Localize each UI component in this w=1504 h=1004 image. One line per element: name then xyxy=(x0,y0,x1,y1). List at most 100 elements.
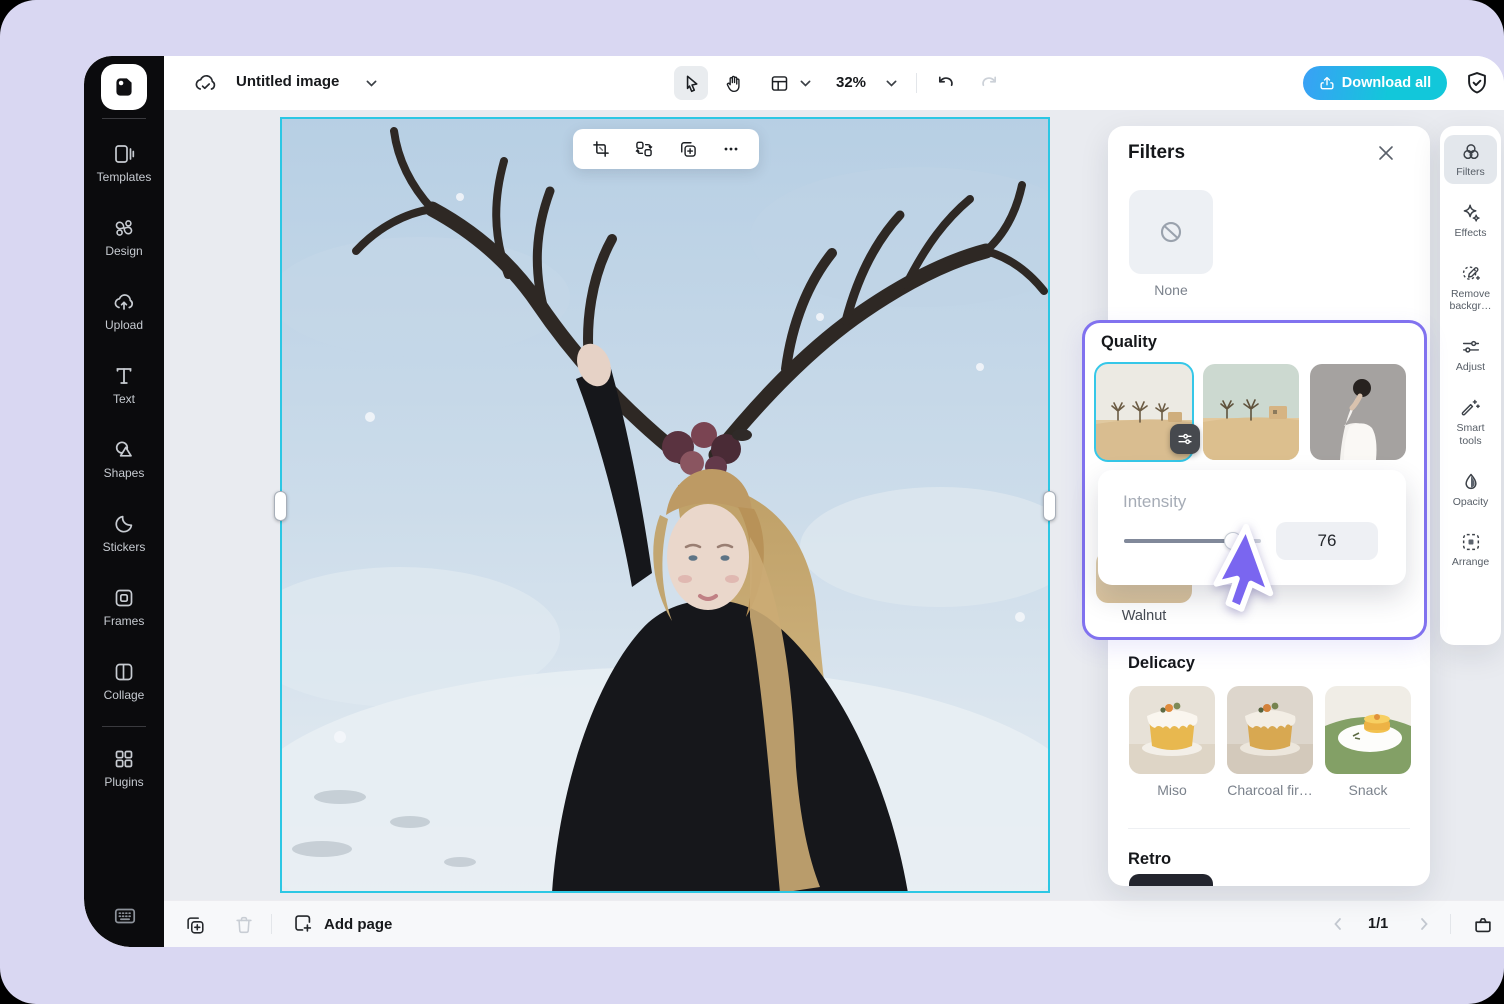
more-options-button[interactable] xyxy=(715,133,747,165)
templates-icon xyxy=(115,145,135,163)
delete-page-button[interactable] xyxy=(233,913,257,937)
photo-woman-with-antlers xyxy=(280,117,1050,893)
filter-charcoal-fir-thumbnail[interactable] xyxy=(1227,686,1313,774)
document-title[interactable]: Untitled image xyxy=(236,73,339,90)
sidebar-item-label: Shapes xyxy=(103,466,145,480)
layout-chevron-icon[interactable] xyxy=(800,80,811,88)
quality-2-preview xyxy=(1203,364,1299,460)
download-all-button[interactable]: Download all xyxy=(1303,66,1447,100)
retro-section-title: Retro xyxy=(1128,850,1172,868)
zoom-chevron-icon[interactable] xyxy=(886,80,897,88)
page-indicator: 1/1 xyxy=(1368,916,1389,932)
tool-filters[interactable]: Filters xyxy=(1444,135,1497,184)
frames-icon xyxy=(115,589,133,607)
keyboard-shortcuts-button[interactable] xyxy=(112,903,138,929)
filter-walnut-thumbnail[interactable] xyxy=(1094,362,1200,462)
present-button[interactable] xyxy=(1472,913,1496,937)
sidebar-item-collage[interactable]: Collage xyxy=(84,660,164,706)
tool-effects[interactable]: Effects xyxy=(1444,196,1497,245)
sidebar-item-stickers[interactable]: Stickers xyxy=(84,512,164,558)
undo-button[interactable] xyxy=(928,66,962,100)
filter-snack-thumbnail[interactable] xyxy=(1325,686,1411,774)
tool-opacity[interactable]: Opacity xyxy=(1444,465,1497,514)
shield-check-icon[interactable] xyxy=(1464,70,1490,96)
bottombar-divider xyxy=(1450,914,1451,934)
adjust-icon xyxy=(1462,341,1479,353)
trash-icon xyxy=(236,916,252,934)
replace-button[interactable] xyxy=(628,133,660,165)
delicacy-section-title: Delicacy xyxy=(1128,654,1195,672)
sidebar-item-label: Templates xyxy=(96,170,152,184)
tool-label: Opacity xyxy=(1452,495,1489,508)
duplicate-page-icon xyxy=(187,917,204,934)
filter-retro-thumbnail[interactable] xyxy=(1129,874,1213,886)
add-page-label: Add page xyxy=(324,915,393,933)
section-divider xyxy=(1128,828,1410,829)
resize-handle-left[interactable] xyxy=(274,491,287,521)
replace-icon xyxy=(635,141,653,157)
duplicate-button[interactable] xyxy=(672,133,704,165)
app-logo[interactable] xyxy=(101,64,147,110)
sidebar-item-frames[interactable]: Frames xyxy=(84,586,164,632)
screen: Templates Design Upload Text Shapes Stic… xyxy=(0,0,1504,1004)
sidebar-item-label: Frames xyxy=(103,614,145,628)
crop-icon xyxy=(592,141,609,157)
editor-window: Templates Design Upload Text Shapes Stic… xyxy=(84,56,1504,947)
sidebar-item-text[interactable]: Text xyxy=(84,364,164,410)
collage-icon xyxy=(115,663,133,681)
right-toolbar: Filters Effects Remove backgr… Adjust Sm… xyxy=(1440,126,1501,645)
filters-icon xyxy=(1462,144,1479,160)
next-page-button[interactable] xyxy=(1416,916,1432,932)
sidebar-item-upload[interactable]: Upload xyxy=(84,290,164,336)
layout-icon xyxy=(771,75,787,91)
sidebar-divider xyxy=(102,726,146,727)
plugins-icon xyxy=(115,750,133,768)
filter-none-label: None xyxy=(1154,282,1188,298)
charcoal-fir-preview xyxy=(1227,686,1313,774)
sidebar-item-templates[interactable]: Templates xyxy=(84,142,164,188)
quality-section-title: Quality xyxy=(1101,333,1157,351)
select-tool-button[interactable] xyxy=(674,66,708,100)
tool-label: Effects xyxy=(1454,226,1487,239)
tool-arrange[interactable]: Arrange xyxy=(1444,525,1497,574)
filter-quality-3-thumbnail[interactable] xyxy=(1310,364,1406,460)
tool-smart-tools[interactable]: Smart tools xyxy=(1444,391,1497,453)
quality-section: Quality Walnut Intensity 76 xyxy=(1082,320,1427,640)
sidebar-item-label: Upload xyxy=(104,318,144,332)
redo-button[interactable] xyxy=(972,66,1006,100)
tool-label: Smart tools xyxy=(1456,421,1485,447)
duplicate-page-button[interactable] xyxy=(184,913,208,937)
close-panel-button[interactable] xyxy=(1378,145,1394,161)
shapes-icon xyxy=(115,441,132,457)
filter-miso-thumbnail[interactable] xyxy=(1129,686,1215,774)
filter-none-thumbnail[interactable] xyxy=(1129,190,1213,274)
filter-snack-label: Snack xyxy=(1348,782,1388,798)
smart-tools-icon xyxy=(1461,399,1480,416)
snack-preview xyxy=(1325,686,1411,774)
filter-quality-2-thumbnail[interactable] xyxy=(1203,364,1299,460)
canvas-image[interactable] xyxy=(274,117,1056,893)
tool-adjust[interactable]: Adjust xyxy=(1444,330,1497,379)
sidebar-item-design[interactable]: Design xyxy=(84,216,164,262)
intensity-value-input[interactable]: 76 xyxy=(1276,522,1378,560)
page-background: Templates Design Upload Text Shapes Stic… xyxy=(0,0,1504,1004)
layout-tool-button[interactable] xyxy=(762,66,796,100)
tool-remove-background[interactable]: Remove backgr… xyxy=(1444,257,1497,319)
hand-icon xyxy=(726,75,740,92)
zoom-level[interactable]: 32% xyxy=(836,74,866,91)
previous-page-button[interactable] xyxy=(1330,916,1346,932)
title-chevron-icon[interactable] xyxy=(366,80,377,88)
sidebar-item-shapes[interactable]: Shapes xyxy=(84,438,164,484)
cloud-sync-icon xyxy=(194,72,218,94)
filter-settings-badge[interactable] xyxy=(1170,424,1200,454)
crop-button[interactable] xyxy=(585,133,617,165)
bottom-bar: Add page 1/1 xyxy=(164,900,1504,947)
resize-handle-right[interactable] xyxy=(1043,491,1056,521)
sidebar-item-plugins[interactable]: Plugins xyxy=(84,747,164,793)
stickers-icon xyxy=(115,515,133,533)
miso-preview xyxy=(1129,686,1215,774)
add-page-button[interactable]: Add page xyxy=(292,912,392,936)
top-toolbar: Untitled image 32% Download all xyxy=(164,56,1504,111)
pan-tool-button[interactable] xyxy=(716,66,750,100)
effects-icon xyxy=(1463,204,1480,222)
